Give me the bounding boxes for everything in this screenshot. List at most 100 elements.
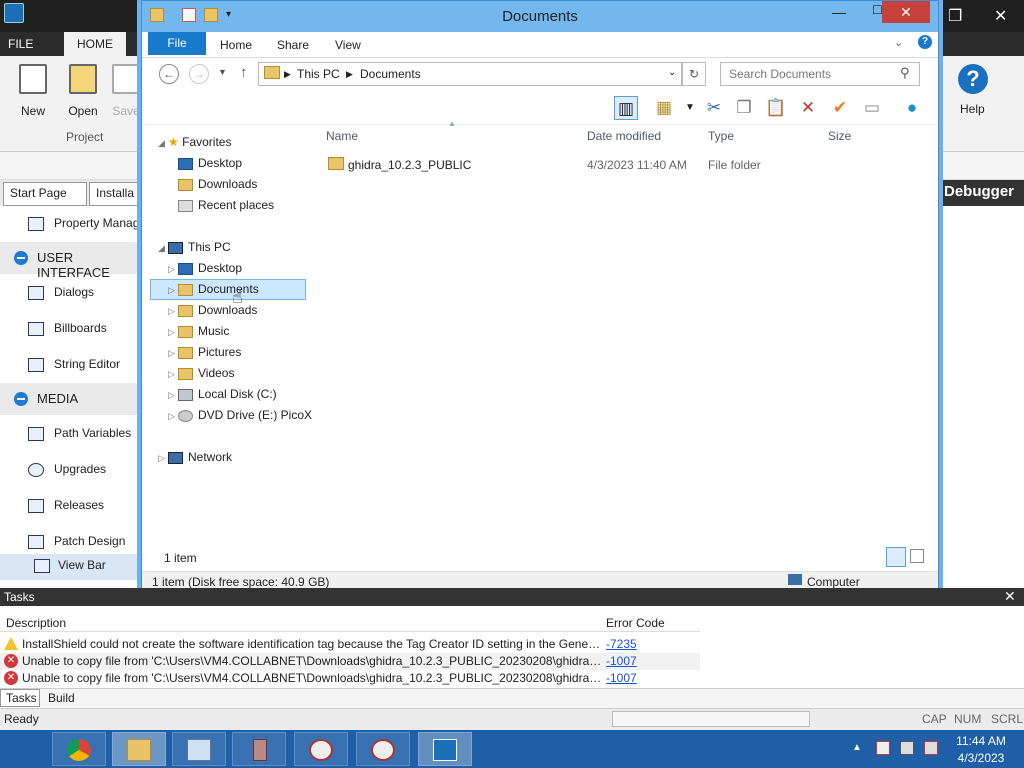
tab-build[interactable]: Build [46, 690, 77, 706]
forward-button[interactable]: → [189, 64, 209, 84]
action-center-icon[interactable] [876, 741, 890, 755]
ribbon-tab-file[interactable]: FILE [8, 37, 33, 51]
taskbar-app-2[interactable] [356, 732, 410, 766]
expand-arrow-icon[interactable]: ▷ [168, 406, 178, 426]
expand-arrow-icon[interactable]: ▷ [168, 364, 178, 384]
task-error-code-link[interactable]: -1007 [606, 671, 637, 685]
sidebar-item-dialogs[interactable]: Dialogs [28, 285, 94, 305]
column-name[interactable]: Name [326, 129, 358, 143]
nav-network[interactable]: ▷ Network [158, 447, 232, 467]
close-icon[interactable]: ✕ [882, 1, 930, 23]
tab-view[interactable]: View [335, 38, 361, 52]
rename-check-icon[interactable]: ✔ [828, 96, 852, 120]
sidebar-item-upgrades[interactable]: Upgrades [28, 462, 106, 482]
tab-share[interactable]: Share [277, 38, 309, 52]
taskbar-file-explorer[interactable] [112, 732, 166, 766]
file-name[interactable]: ghidra_10.2.3_PUBLIC [348, 158, 471, 172]
nav-downloads[interactable]: Downloads [178, 174, 257, 194]
properties-icon[interactable]: ▭ [860, 96, 884, 120]
nav-videos[interactable]: ▷ Videos [168, 363, 234, 383]
large-icons-view-icon[interactable] [910, 549, 924, 563]
recent-locations-icon[interactable]: ▼ [218, 67, 227, 77]
column-size[interactable]: Size [828, 129, 851, 143]
expand-arrow-icon[interactable]: ▷ [168, 385, 178, 405]
column-description[interactable]: Description [6, 616, 66, 630]
search-icon[interactable]: ⚲ [900, 65, 910, 81]
taskbar-installshield[interactable] [418, 732, 472, 766]
task-error-code-link[interactable]: -7235 [606, 637, 637, 651]
tab-file[interactable]: File [148, 32, 206, 55]
breadcrumb-documents[interactable]: Documents [360, 67, 421, 81]
network-tray-icon[interactable] [900, 741, 914, 755]
back-button[interactable]: ← [159, 64, 179, 84]
nav-recent-places[interactable]: Recent places [178, 195, 274, 215]
nav-desktop[interactable]: Desktop [178, 153, 242, 173]
app-close-icon[interactable]: ✕ [994, 6, 1007, 26]
start-apple-icon[interactable] [4, 731, 50, 767]
expand-arrow-icon[interactable]: ◢ [158, 133, 168, 153]
copy-icon[interactable]: ❐ [732, 96, 756, 120]
expand-arrow-icon[interactable]: ◢ [158, 238, 168, 258]
taskbar-resource-monitor[interactable] [172, 732, 226, 766]
sidebar-item-billboards[interactable]: Billboards [28, 321, 107, 341]
expand-arrow-icon[interactable]: ▷ [168, 259, 178, 279]
details-view-icon[interactable] [886, 547, 906, 567]
tab-installation[interactable]: Installa [89, 182, 145, 206]
nav-dvd-drive[interactable]: ▷ DVD Drive (E:) PicoX [168, 405, 312, 425]
breadcrumb-this-pc[interactable]: This PC [297, 67, 340, 81]
breadcrumb-chevron-icon[interactable]: ▶ [284, 69, 291, 80]
collapse-icon[interactable] [14, 392, 28, 406]
new-button[interactable]: New [10, 60, 56, 118]
tasks-close-icon[interactable]: ✕ [1004, 588, 1016, 605]
column-type[interactable]: Type [708, 129, 734, 143]
sidebar-item-property-manager[interactable]: Property Manag [28, 216, 139, 236]
organize-icon[interactable]: ▦ [652, 96, 676, 120]
help-label[interactable]: Help [960, 102, 985, 116]
nav-music[interactable]: ▷ Music [168, 321, 229, 341]
clock-time[interactable]: 11:44 AM [950, 734, 1012, 748]
nav-pictures[interactable]: ▷ Pictures [168, 342, 241, 362]
explorer-window[interactable]: ▾ Documents — ☐ ✕ File Home Share View ⌄… [141, 0, 939, 598]
help-icon[interactable]: ? [958, 64, 988, 94]
sidebar-item-patch-design[interactable]: Patch Design [28, 534, 125, 554]
save-button[interactable]: Save [110, 60, 142, 118]
preview-pane-icon[interactable]: ▥ [614, 96, 638, 120]
sidebar-section-media[interactable]: MEDIA [0, 383, 142, 415]
tab-start-page[interactable]: Start Page [3, 182, 87, 206]
cut-icon[interactable]: ✂ [702, 96, 726, 120]
task-row[interactable]: ✕ Unable to copy file from 'C:\Users\VM4.… [0, 670, 700, 687]
collapse-icon[interactable] [14, 251, 28, 265]
tab-tasks[interactable]: Tasks [0, 689, 40, 707]
tray-expand-icon[interactable]: ▲ [852, 742, 862, 753]
view-bar-row[interactable]: View Bar [34, 558, 106, 578]
clock-date[interactable]: 4/3/2023 [950, 751, 1012, 765]
help-icon[interactable]: ? [918, 35, 932, 49]
sidebar-section-user-interface[interactable]: USER INTERFACE [0, 242, 142, 280]
expand-arrow-icon[interactable]: ▷ [158, 448, 168, 468]
task-row[interactable]: InstallShield could not create the softw… [0, 636, 700, 653]
column-error-code[interactable]: Error Code [606, 616, 665, 630]
open-button[interactable]: Open [60, 60, 106, 118]
address-dropdown-icon[interactable]: ⌄ [668, 67, 676, 78]
task-error-code-link[interactable]: -1007 [606, 654, 637, 668]
minimize-icon[interactable]: — [832, 4, 846, 20]
nav-this-pc[interactable]: ◢ This PC [158, 237, 231, 257]
expand-arrow-icon[interactable]: ▷ [168, 322, 178, 342]
paste-icon[interactable]: 📋 [764, 96, 788, 120]
tab-home[interactable]: Home [220, 38, 252, 52]
breadcrumb-chevron-icon[interactable]: ▶ [346, 69, 353, 80]
globe-icon[interactable]: ● [900, 96, 924, 120]
expand-arrow-icon[interactable]: ▷ [168, 280, 178, 300]
volume-muted-icon[interactable] [924, 741, 938, 755]
task-row[interactable]: ✕ Unable to copy file from 'C:\Users\VM4.… [0, 653, 700, 670]
nav-pc-downloads[interactable]: ▷ Downloads [168, 300, 257, 320]
column-date-modified[interactable]: Date modified [587, 129, 661, 143]
sidebar-item-releases[interactable]: Releases [28, 498, 104, 518]
expand-ribbon-icon[interactable]: ⌄ [894, 36, 903, 49]
delete-icon[interactable]: ✕ [796, 96, 820, 120]
taskbar-app-1[interactable] [294, 732, 348, 766]
search-input[interactable]: Search Documents [720, 62, 920, 86]
restore-icon[interactable]: ❐ [948, 6, 962, 26]
taskbar-archive[interactable] [232, 732, 286, 766]
expand-arrow-icon[interactable]: ▷ [168, 343, 178, 363]
